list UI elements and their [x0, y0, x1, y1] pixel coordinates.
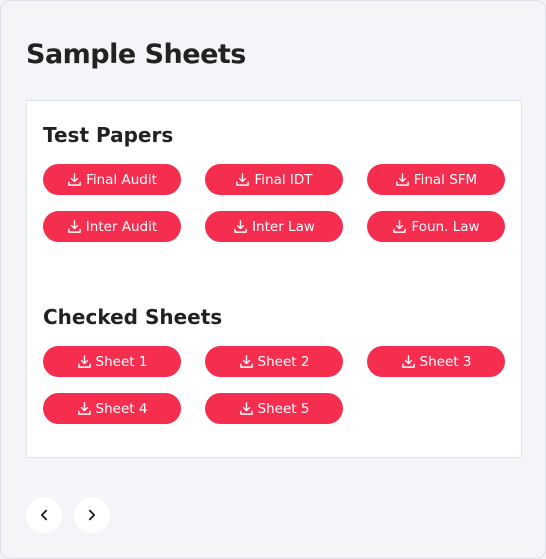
- chevron-right-icon: [88, 509, 96, 521]
- final-sfm-button[interactable]: Final SFM: [367, 164, 505, 195]
- download-icon: [68, 173, 81, 186]
- final-audit-button[interactable]: Final Audit: [43, 164, 181, 195]
- section-title-checked-sheets: Checked Sheets: [43, 305, 223, 329]
- button-label: Final SFM: [413, 171, 478, 188]
- button-label: Sheet 4: [95, 400, 148, 417]
- button-label: Sheet 2: [257, 353, 310, 370]
- button-label: Sheet 3: [419, 353, 472, 370]
- download-icon: [239, 355, 253, 368]
- button-label: Inter Law: [252, 218, 315, 235]
- button-label: Foun. Law: [411, 218, 480, 235]
- button-label: Sheet 1: [95, 353, 148, 370]
- button-label: Final Audit: [86, 171, 157, 188]
- prev-button[interactable]: [26, 497, 62, 533]
- download-icon: [67, 220, 81, 233]
- foun-law-button[interactable]: Foun. Law: [367, 211, 505, 242]
- download-icon: [236, 173, 250, 186]
- inter-law-button[interactable]: Inter Law: [205, 211, 343, 242]
- page-title: Sample Sheets: [26, 39, 246, 70]
- carousel-slide: Sample Sheets Test Papers Final Audit Fi…: [0, 0, 546, 559]
- sheet-3-button[interactable]: Sheet 3: [367, 346, 505, 377]
- next-button[interactable]: [74, 497, 110, 533]
- download-icon: [234, 220, 247, 233]
- button-label: Final IDT: [254, 171, 313, 188]
- download-icon: [77, 402, 91, 415]
- chevron-left-icon: [40, 509, 48, 521]
- section-title-test-papers: Test Papers: [43, 123, 174, 147]
- sheets-card: Test Papers Final Audit Final IDT Final …: [26, 100, 522, 458]
- download-icon: [239, 402, 253, 415]
- sheet-5-button[interactable]: Sheet 5: [205, 393, 343, 424]
- download-icon: [395, 173, 409, 186]
- inter-audit-button[interactable]: Inter Audit: [43, 211, 181, 242]
- final-idt-button[interactable]: Final IDT: [205, 164, 343, 195]
- download-icon: [77, 355, 91, 368]
- sheet-1-button[interactable]: Sheet 1: [43, 346, 181, 377]
- download-icon: [401, 355, 415, 368]
- sheet-2-button[interactable]: Sheet 2: [205, 346, 343, 377]
- button-label: Sheet 5: [257, 400, 310, 417]
- button-label: Inter Audit: [85, 218, 158, 235]
- download-icon: [393, 220, 407, 233]
- sheet-4-button[interactable]: Sheet 4: [43, 393, 181, 424]
